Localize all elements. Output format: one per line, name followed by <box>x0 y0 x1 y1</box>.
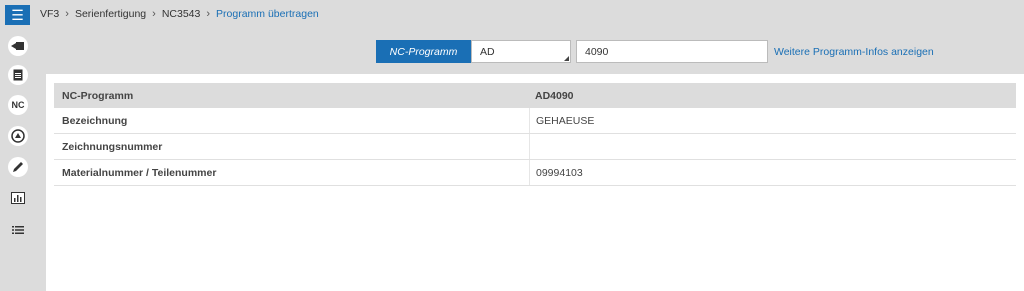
nc-program-label: NC-Programm <box>376 40 471 63</box>
sidebar-item-upload[interactable] <box>8 126 28 146</box>
table-row: Materialnummer / Teilenummer 09994103 <box>54 160 1016 186</box>
dropdown-corner-icon <box>564 56 569 61</box>
sidebar-item-transfer[interactable] <box>8 36 28 56</box>
table-header-row: NC-Programm AD4090 <box>54 83 1016 108</box>
hamburger-icon: ☰ <box>11 7 24 23</box>
sidebar-item-document[interactable] <box>8 65 28 85</box>
menu-button[interactable]: ☰ <box>5 5 30 25</box>
breadcrumb-serienfertigung[interactable]: Serienfertigung <box>75 8 146 20</box>
row-key: Bezeichnung <box>62 114 128 127</box>
nc-program-search: NC-Programm AD 4090 Weitere Programm-Inf… <box>376 40 934 63</box>
sidebar-item-chart[interactable] <box>8 188 28 208</box>
main-content: NC-Programm AD 4090 Weitere Programm-Inf… <box>36 28 1024 291</box>
breadcrumb: VF3 › Serienfertigung › NC3543 › Program… <box>36 0 1024 28</box>
pen-icon <box>13 162 23 172</box>
list-icon <box>12 226 24 234</box>
sidebar-item-list[interactable] <box>8 220 28 240</box>
nc-number-input[interactable]: 4090 <box>576 40 768 63</box>
row-key: Zeichnungsnummer <box>62 140 163 153</box>
upload-circle-icon <box>11 129 25 143</box>
row-value: 09994103 <box>529 160 1016 185</box>
header-key: NC-Programm <box>62 89 134 102</box>
sidebar-item-nc[interactable]: NC <box>8 95 28 115</box>
bar-chart-icon <box>11 192 25 204</box>
more-program-info-link[interactable]: Weitere Programm-Infos anzeigen <box>774 46 934 58</box>
nc-icon: NC <box>11 100 25 110</box>
nc-prefix-value: AD <box>480 45 495 58</box>
chevron-right-icon: › <box>206 8 211 20</box>
chevron-right-icon: › <box>152 8 156 20</box>
nc-prefix-select[interactable]: AD <box>471 40 571 63</box>
transfer-icon <box>11 42 24 50</box>
chevron-right-icon: › <box>65 8 69 20</box>
program-info-panel: NC-Programm AD4090 Bezeichnung GEHAEUSE … <box>46 74 1024 291</box>
sidebar-item-edit[interactable] <box>8 157 28 177</box>
row-value: GEHAEUSE <box>529 108 1016 133</box>
program-info-table: NC-Programm AD4090 Bezeichnung GEHAEUSE … <box>54 83 1016 186</box>
row-value <box>529 134 1016 159</box>
table-row: Bezeichnung GEHAEUSE <box>54 108 1016 134</box>
nc-number-value: 4090 <box>585 45 609 58</box>
sidebar: NC <box>0 28 36 291</box>
document-icon <box>13 69 23 81</box>
table-row: Zeichnungsnummer <box>54 134 1016 160</box>
header-value: AD4090 <box>535 89 574 102</box>
breadcrumb-vf3[interactable]: VF3 <box>40 8 59 20</box>
row-key: Materialnummer / Teilenummer <box>62 166 217 179</box>
breadcrumb-current: Programm übertragen <box>216 8 319 20</box>
breadcrumb-nc3543[interactable]: NC3543 <box>162 8 201 20</box>
